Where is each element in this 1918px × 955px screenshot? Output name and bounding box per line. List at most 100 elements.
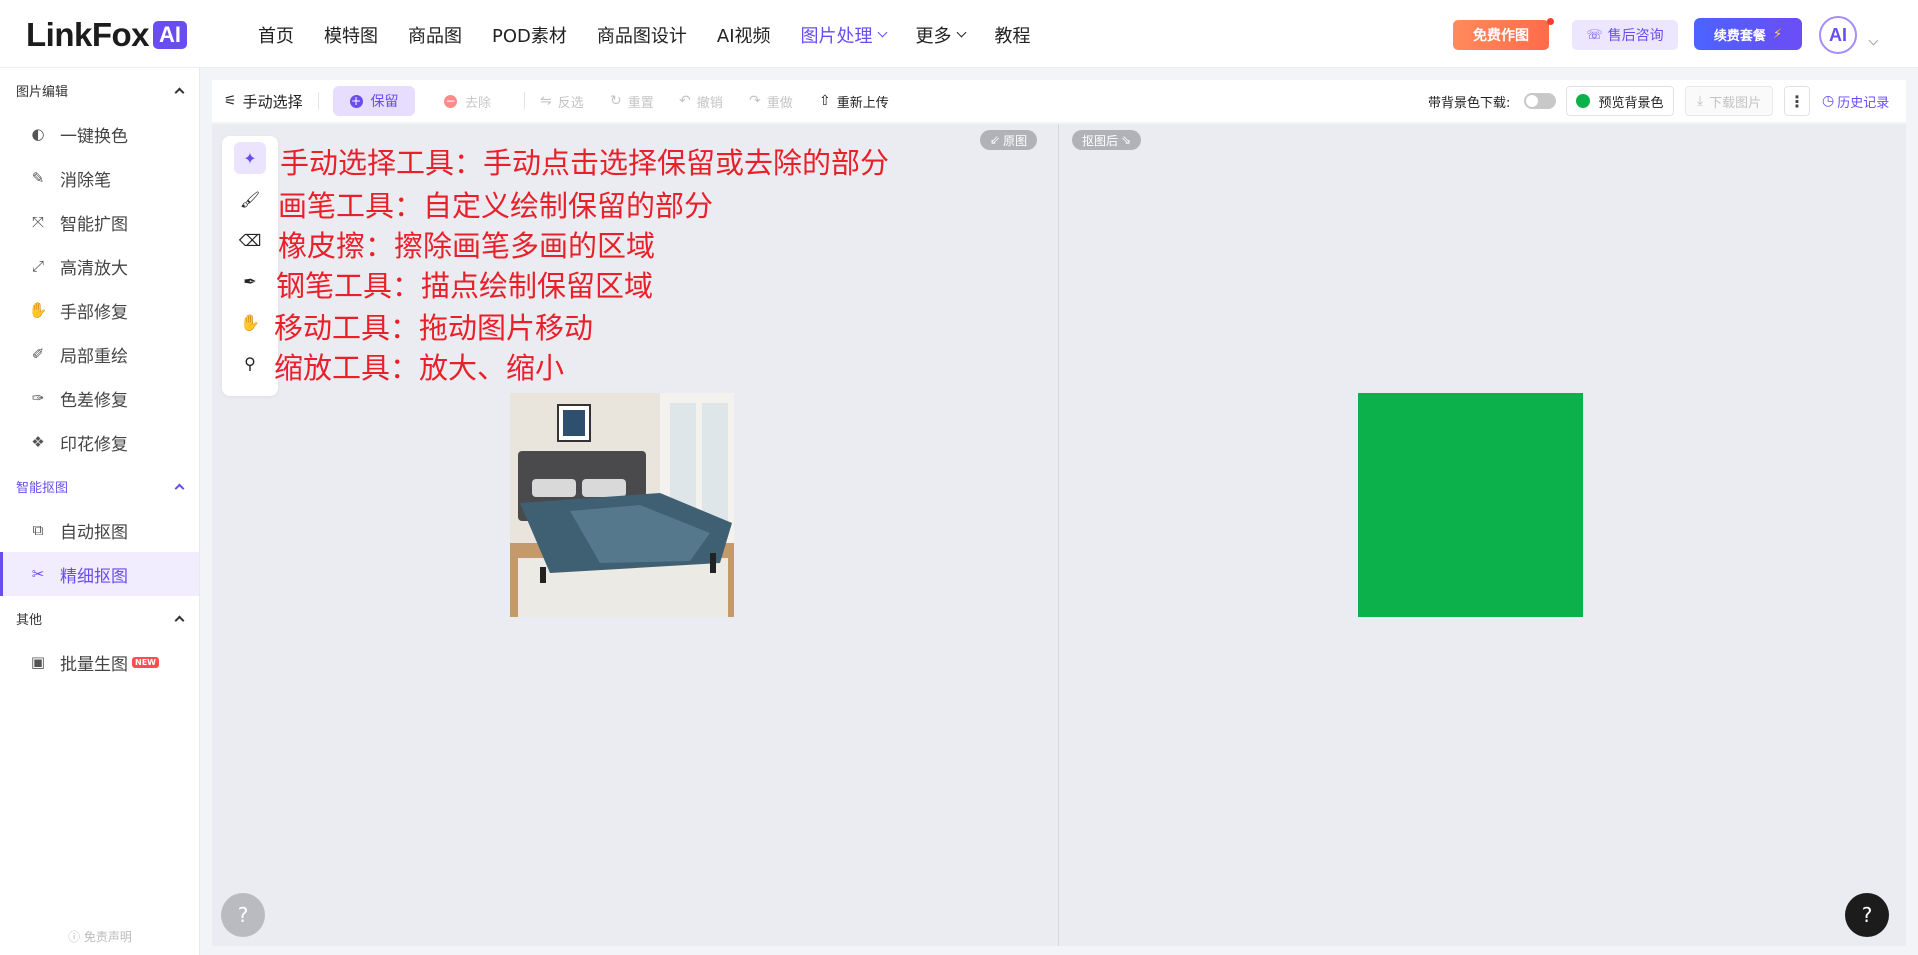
support-help-button[interactable]: ? xyxy=(1845,893,1889,937)
redo-button[interactable]: ↷ 重做 xyxy=(749,92,793,111)
phone-icon: ☏ xyxy=(1586,27,1603,43)
sidebar-item-repaint[interactable]: ✐ 局部重绘 xyxy=(0,332,199,376)
sidebar-section-other[interactable]: 其他 xyxy=(0,596,199,640)
undo-label: 撤销 xyxy=(696,95,723,111)
reset-label: 重置 xyxy=(627,95,654,111)
logo[interactable]: LinkFox AI xyxy=(26,16,188,53)
nav-product-design-label: 商品图设计 xyxy=(596,26,687,47)
reupload-button[interactable]: ⇧ 重新上传 xyxy=(819,92,889,111)
info-icon: ⓘ xyxy=(68,930,84,944)
sidebar-item-smart-expand[interactable]: ⤧ 智能扩图 xyxy=(0,200,199,244)
invert-button[interactable]: ⇋ 反选 xyxy=(540,92,584,111)
history-label: 历史记录 xyxy=(1837,95,1890,111)
nav-product-design[interactable]: 商品图设计 xyxy=(597,22,687,48)
chevron-up-icon xyxy=(174,483,185,493)
section-title: 其他 xyxy=(16,612,43,628)
magic-wand-tool[interactable]: ✦ xyxy=(234,142,266,174)
reupload-label: 重新上传 xyxy=(836,95,889,111)
chevron-down-icon[interactable] xyxy=(1864,29,1879,48)
nav-product-label: 商品图 xyxy=(408,26,462,47)
nav-home[interactable]: 首页 xyxy=(258,22,294,48)
sidebar: 图片编辑 ◐ 一键换色 ✎ 消除笔 ⤧ 智能扩图 ⤢ 高清放大 ✋ 手部修复 ✐ 局部重绘 … xyxy=(0,68,200,955)
notification-dot xyxy=(1547,18,1554,25)
redo-icon: ↷ xyxy=(749,93,761,109)
nav-image-processing[interactable]: 图片处理 xyxy=(801,22,887,48)
sidebar-item-label: 精细抠图 xyxy=(60,566,128,587)
toolbar-divider xyxy=(318,92,319,110)
renew-label: 续费套餐 xyxy=(1713,28,1766,44)
nav-model[interactable]: 模特图 xyxy=(324,22,378,48)
sidebar-item-print-fix[interactable]: ❖ 印花修复 xyxy=(0,420,199,464)
toolbar-divider xyxy=(524,92,525,110)
annotation-brush: 画笔工具：自定义绘制保留的部分 xyxy=(278,189,714,223)
sidebar-item-auto-cutout[interactable]: ⧉ 自动抠图 xyxy=(0,508,199,552)
annotation-manual-select: 手动选择工具：手动点击选择保留或去除的部分 xyxy=(280,146,890,180)
search-icon: ⚲ xyxy=(244,353,256,373)
chevron-down-icon xyxy=(877,27,887,38)
upload-icon: ⇧ xyxy=(819,93,831,109)
more-options-button[interactable]: ⋮ xyxy=(1784,86,1810,116)
fine-cutout-icon: ✂ xyxy=(31,565,45,583)
sidebar-item-color-swap[interactable]: ◐ 一键换色 xyxy=(0,112,199,156)
nav-tutorial[interactable]: 教程 xyxy=(995,22,1031,48)
original-tag-label: 原图 xyxy=(1003,133,1028,148)
pen-tool[interactable]: ✒ xyxy=(234,265,266,297)
original-image[interactable] xyxy=(510,393,734,617)
batch-image-icon: ▣ xyxy=(30,653,46,671)
reset-button[interactable]: ↻ 重置 xyxy=(610,92,654,111)
sidebar-item-eraser-pen[interactable]: ✎ 消除笔 xyxy=(0,156,199,200)
minus-circle-icon: − xyxy=(444,93,457,108)
print-fix-icon: ❖ xyxy=(31,433,45,451)
sidebar-item-hand-fix[interactable]: ✋ 手部修复 xyxy=(0,288,199,332)
renew-button[interactable]: 续费套餐 ⚡ xyxy=(1694,18,1802,50)
history-link[interactable]: ◷ 历史记录 xyxy=(1822,92,1889,111)
free-draw-button[interactable]: 免费作图 xyxy=(1453,20,1549,50)
bg-download-toggle[interactable] xyxy=(1524,93,1556,109)
disclaimer-link[interactable]: ⓘ 免责声明 xyxy=(0,928,200,945)
sidebar-item-upscale[interactable]: ⤢ 高清放大 xyxy=(0,244,199,288)
after-sales-button[interactable]: ☏ 售后咨询 xyxy=(1572,20,1678,50)
sidebar-item-label: 色差修复 xyxy=(60,390,128,411)
nav-product[interactable]: 商品图 xyxy=(408,22,462,48)
collapse-arrow-icon: ⇙ xyxy=(990,133,1001,147)
nav-pod[interactable]: POD素材 xyxy=(492,22,567,48)
zoom-tool[interactable]: ⚲ xyxy=(234,347,266,379)
expand-icon: ⤧ xyxy=(31,213,44,231)
top-navigation: LinkFox AI 首页 模特图 商品图 POD素材 商品图设计 AI视频 图… xyxy=(0,0,1918,68)
remove-button[interactable]: − 去除 xyxy=(444,92,491,111)
annotation-eraser: 橡皮擦：擦除画笔多画的区域 xyxy=(278,229,656,263)
nav-more[interactable]: 更多 xyxy=(916,22,966,48)
sidebar-item-batch-image[interactable]: ▣ 批量生图 NEW xyxy=(0,640,199,684)
clock-icon: ◷ xyxy=(1822,93,1835,109)
preview-bg-button[interactable]: 预览背景色 xyxy=(1566,86,1674,116)
sidebar-item-label: 印花修复 xyxy=(60,434,128,455)
eraser-tool[interactable]: ⌫ xyxy=(234,224,266,256)
undo-button[interactable]: ↶ 撤销 xyxy=(679,92,723,111)
sidebar-section-smart-cutout[interactable]: 智能抠图 xyxy=(0,464,199,508)
download-button[interactable]: ⤓ 下载图片 xyxy=(1685,86,1773,116)
annotation-zoom: 缩放工具：放大、缩小 xyxy=(274,351,565,385)
annotation-move: 移动工具：拖动图片移动 xyxy=(274,311,594,345)
nav-ai-video[interactable]: AI视频 xyxy=(717,22,771,48)
logo-ai-badge: AI xyxy=(153,21,188,49)
help-button[interactable]: ? xyxy=(221,893,265,937)
invert-icon: ⇋ xyxy=(540,93,552,109)
manual-select-button[interactable]: ⚟ 手动选择 xyxy=(224,91,303,112)
sidebar-item-color-fix[interactable]: ✑ 色差修复 xyxy=(0,376,199,420)
sidebar-item-label: 自动抠图 xyxy=(60,522,128,543)
annotation-pen: 钢笔工具：描点绘制保留区域 xyxy=(276,269,654,303)
main-nav: 首页 模特图 商品图 POD素材 商品图设计 AI视频 图片处理 更多 教程 xyxy=(258,22,1061,48)
remove-label: 去除 xyxy=(465,95,492,111)
move-tool[interactable]: ✋ xyxy=(234,306,266,338)
sidebar-item-fine-cutout[interactable]: ✂ 精细抠图 xyxy=(0,552,199,596)
nav-model-label: 模特图 xyxy=(324,26,378,47)
avatar[interactable]: AI xyxy=(1819,16,1857,54)
eraser-icon: ⌫ xyxy=(238,230,262,250)
reset-icon: ↻ xyxy=(610,93,622,109)
brush-tool[interactable]: 🖌 xyxy=(234,183,266,215)
lightning-icon: ⚡ xyxy=(1772,26,1783,42)
sidebar-section-image-edit[interactable]: 图片编辑 xyxy=(0,68,199,112)
keep-button[interactable]: + 保留 xyxy=(333,86,415,116)
sidebar-item-label: 手部修复 xyxy=(60,302,128,323)
nav-home-label: 首页 xyxy=(258,26,294,47)
